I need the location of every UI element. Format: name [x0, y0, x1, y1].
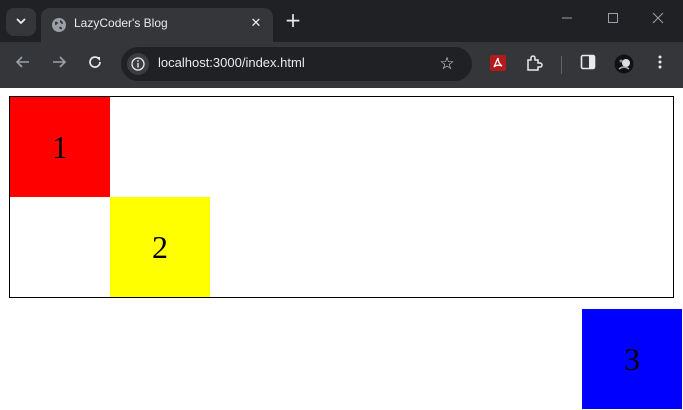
site-info-icon[interactable]: [127, 53, 149, 75]
box-1: 1: [10, 97, 110, 197]
box-2-label: 2: [152, 228, 168, 265]
address-bar[interactable]: localhost:3000/index.html ☆: [121, 47, 472, 81]
star-icon[interactable]: ☆: [436, 53, 458, 75]
menu-icon[interactable]: [649, 54, 671, 76]
tab-search-button[interactable]: [6, 8, 36, 36]
box-3-label: 3: [624, 340, 640, 377]
bordered-container: 1 2: [9, 96, 674, 298]
globe-icon: [51, 17, 67, 33]
tab-active[interactable]: LazyCoder's Blog ✕: [41, 8, 273, 42]
plus-icon[interactable]: +: [283, 10, 303, 30]
back-icon[interactable]: [12, 54, 34, 76]
tab-title: LazyCoder's Blog: [74, 16, 168, 30]
forward-icon[interactable]: [48, 54, 70, 76]
url-text[interactable]: localhost:3000/index.html: [158, 55, 305, 70]
close-window-icon[interactable]: [648, 10, 668, 30]
profile-avatar[interactable]: [613, 54, 635, 76]
pdf-extension-icon[interactable]: [487, 54, 509, 76]
maximize-icon[interactable]: [603, 10, 623, 30]
browser-toolbar: localhost:3000/index.html ☆: [0, 42, 683, 88]
sidebar-icon[interactable]: [577, 54, 599, 76]
tab-strip: LazyCoder's Blog ✕ +: [0, 0, 683, 42]
box-2: 2: [110, 197, 210, 297]
browser-window: LazyCoder's Blog ✕ + localhost:3000/inde…: [0, 0, 683, 410]
toolbar-divider: [561, 56, 562, 74]
close-icon[interactable]: ✕: [247, 15, 265, 33]
page-viewport: 1 2 3: [0, 88, 683, 410]
extensions-icon[interactable]: [523, 54, 545, 76]
box-1-label: 1: [52, 128, 68, 165]
minimize-icon[interactable]: [557, 10, 577, 30]
reload-icon[interactable]: [84, 54, 106, 76]
box-3: 3: [582, 309, 682, 409]
chevron-down-icon: [15, 15, 27, 30]
